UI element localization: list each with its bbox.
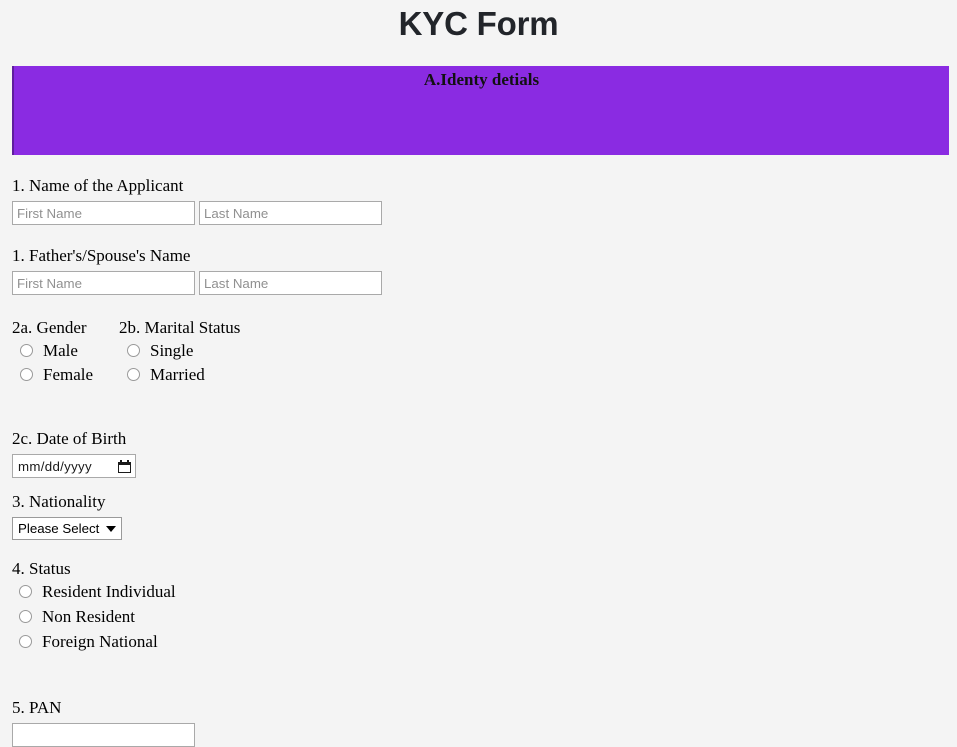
marital-option-married-label: Married	[150, 364, 205, 384]
status-option-resident-individual-label: Resident Individual	[42, 582, 176, 601]
marital-option-single-label: Single	[150, 340, 194, 360]
applicant-first-name-input[interactable]	[12, 201, 195, 225]
field-pan: 5. PAN	[0, 697, 957, 747]
gender-option-female-label: Female	[43, 364, 94, 384]
status-option-foreign-national[interactable]: Foreign National	[12, 629, 957, 654]
gender-option-male[interactable]: Male	[12, 338, 119, 362]
gender-option-female[interactable]: Female	[12, 362, 119, 386]
pan-label: 5. PAN	[12, 698, 62, 717]
section-banner-identity-details: A.Identy detials	[12, 66, 949, 155]
radio-icon[interactable]	[127, 343, 140, 357]
page-title: KYC Form	[398, 5, 559, 42]
field-applicant-name: 1. Name of the Applicant	[0, 155, 957, 225]
radio-icon[interactable]	[19, 610, 32, 623]
radio-icon[interactable]	[19, 585, 32, 598]
date-of-birth-label: 2c. Date of Birth	[12, 429, 127, 448]
date-of-birth-input[interactable]: mm/dd/yyyy	[12, 454, 136, 478]
status-option-foreign-national-label: Foreign National	[42, 632, 158, 651]
marital-status-label: 2b. Marital Status	[119, 318, 241, 337]
father-spouse-name-row	[12, 271, 957, 295]
marital-option-married[interactable]: Married	[119, 362, 319, 386]
gender-label: 2a. Gender	[12, 318, 87, 337]
gender-option-male-label: Male	[43, 340, 78, 360]
field-father-spouse-name: 1. Father's/Spouse's Name	[0, 225, 957, 295]
field-gender-marital-row: 2a. Gender Male Female 2b. Marital Statu…	[0, 295, 957, 386]
section-banner-title: A.Identy detials	[423, 70, 540, 89]
radio-icon[interactable]	[127, 367, 140, 381]
father-spouse-last-name-input[interactable]	[199, 271, 382, 295]
radio-icon[interactable]	[19, 635, 32, 648]
father-spouse-first-name-input[interactable]	[12, 271, 195, 295]
father-spouse-name-label: 1. Father's/Spouse's Name	[12, 246, 191, 265]
radio-icon[interactable]	[20, 367, 33, 381]
nationality-selected-value: Please Select	[18, 521, 100, 536]
kyc-form: 1. Name of the Applicant 1. Father's/Spo…	[0, 155, 957, 747]
status-option-non-resident-label: Non Resident	[42, 607, 136, 626]
chevron-down-icon[interactable]	[106, 525, 117, 532]
pan-row	[12, 723, 957, 747]
field-status: 4. Status Resident Individual Non Reside…	[0, 540, 957, 654]
calendar-icon[interactable]	[118, 459, 131, 473]
nationality-label: 3. Nationality	[12, 492, 106, 511]
status-option-resident-individual[interactable]: Resident Individual	[12, 579, 957, 604]
radio-icon[interactable]	[20, 343, 33, 357]
nationality-select[interactable]: Please Select	[12, 517, 123, 540]
status-label: 4. Status	[12, 559, 71, 578]
applicant-name-label: 1. Name of the Applicant	[12, 176, 184, 195]
field-date-of-birth: 2c. Date of Birth mm/dd/yyyy	[0, 386, 957, 478]
date-of-birth-placeholder: mm/dd/yyyy	[18, 458, 92, 474]
field-marital-status: 2b. Marital Status Single Married	[119, 317, 319, 386]
applicant-name-row	[12, 201, 957, 225]
applicant-last-name-input[interactable]	[199, 201, 382, 225]
field-nationality: 3. Nationality Please Select	[0, 478, 957, 540]
marital-option-single[interactable]: Single	[119, 338, 319, 362]
field-gender: 2a. Gender Male Female	[12, 317, 119, 386]
status-option-non-resident[interactable]: Non Resident	[12, 604, 957, 629]
pan-input[interactable]	[12, 723, 195, 747]
